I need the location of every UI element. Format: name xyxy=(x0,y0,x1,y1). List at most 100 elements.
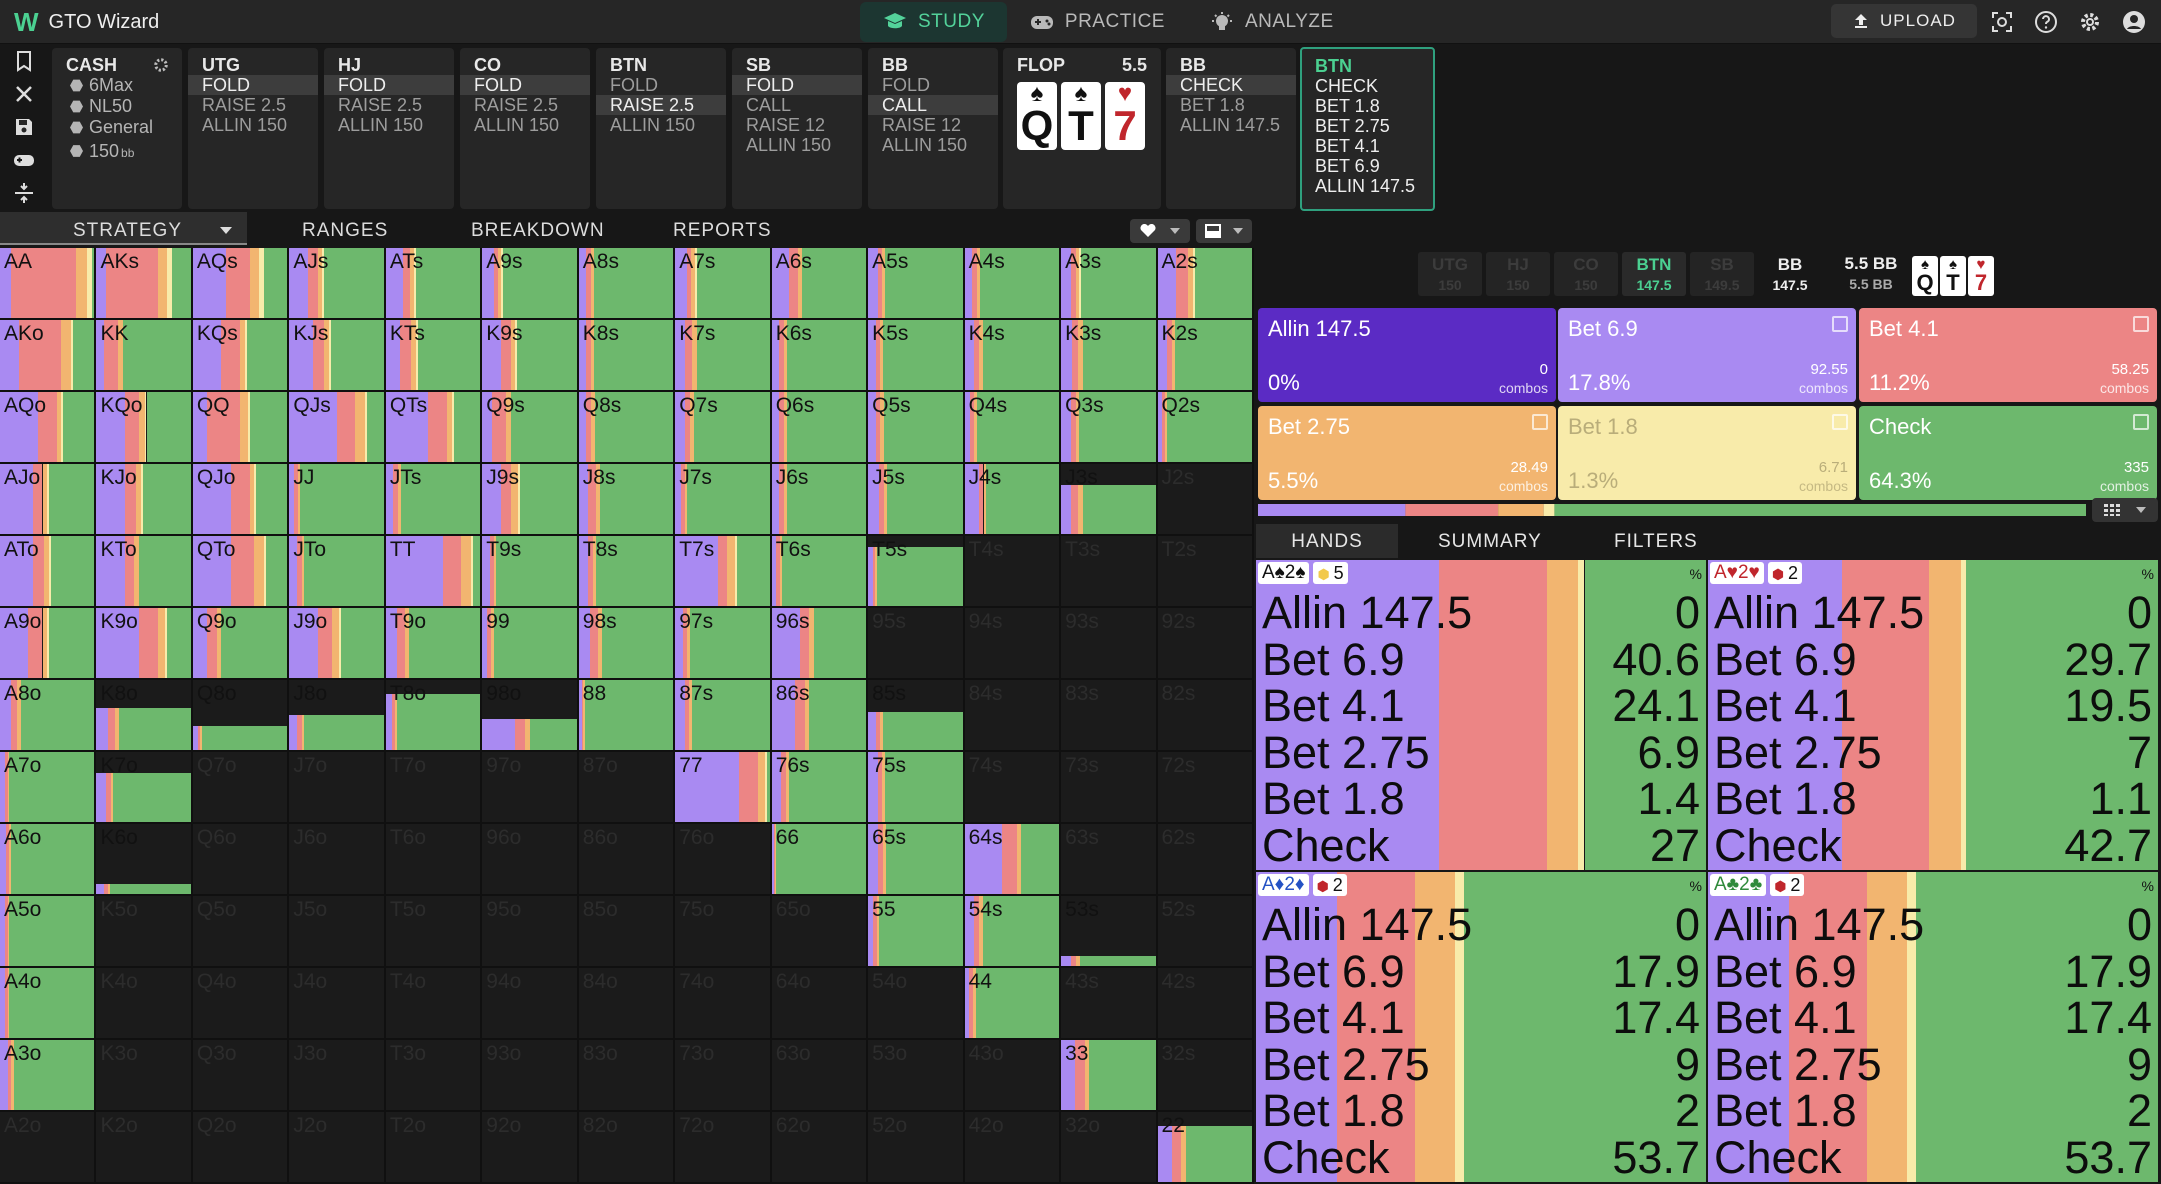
hand-cell[interactable]: 52s xyxy=(1157,896,1254,968)
btn-option[interactable]: BET 6.9 xyxy=(1302,156,1433,176)
hand-cell[interactable]: 72o xyxy=(675,1112,772,1184)
hand-cell[interactable]: 62o xyxy=(771,1112,869,1184)
hand-cell[interactable]: 62s xyxy=(1157,824,1254,896)
hand-cell[interactable]: 85o xyxy=(578,896,676,968)
panel-co[interactable]: CO FOLD RAISE 2.5 ALLIN 150 xyxy=(460,48,590,209)
hand-cell[interactable]: T6s xyxy=(771,536,869,608)
panel-option[interactable]: FOLD xyxy=(460,75,590,95)
hand-cell[interactable]: 88 xyxy=(578,680,676,752)
nav-study[interactable]: STUDY xyxy=(860,2,1007,42)
brand[interactable]: W GTO Wizard xyxy=(14,9,159,35)
hand-cell[interactable]: 32o xyxy=(1061,1112,1158,1184)
hand-cell[interactable]: J9o xyxy=(289,608,386,680)
hand-cell[interactable]: 63s xyxy=(1061,824,1158,896)
hand-cell[interactable]: A9s xyxy=(482,248,579,320)
hand-cell[interactable]: 84s xyxy=(964,680,1062,752)
bb-check-option[interactable]: CHECK xyxy=(1166,75,1296,95)
hand-cell[interactable]: 42s xyxy=(1157,968,1254,1040)
bookmark-button[interactable] xyxy=(0,44,48,77)
hand-cell[interactable]: KJs xyxy=(289,320,386,392)
hand-cell[interactable]: 32s xyxy=(1157,1040,1254,1112)
hand-cell[interactable]: Q3o xyxy=(192,1040,290,1112)
hand-cell[interactable]: KQo xyxy=(96,392,193,464)
subtab-summary[interactable]: SUMMARY xyxy=(1438,524,1542,560)
panel-option[interactable]: FOLD xyxy=(324,75,454,95)
hand-cell[interactable]: T3o xyxy=(385,1040,483,1112)
hand-cell[interactable]: 94s xyxy=(964,608,1062,680)
hand-cell[interactable]: 52o xyxy=(868,1112,965,1184)
hand-cell[interactable]: 93s xyxy=(1061,608,1158,680)
action-box-bet-4-1[interactable]: Bet 4.1 11.2% 58.25 combos xyxy=(1859,308,2157,402)
hand-cell[interactable]: A7o xyxy=(0,752,97,824)
hand-cell[interactable]: 74s xyxy=(964,752,1062,824)
hand-cell[interactable]: 92s xyxy=(1157,608,1254,680)
note-icon[interactable] xyxy=(2133,414,2149,430)
hand-cell[interactable]: Q5o xyxy=(192,896,290,968)
hand-cell[interactable]: K3o xyxy=(96,1040,193,1112)
hand-cell[interactable]: T3s xyxy=(1061,536,1158,608)
hand-cell[interactable]: 95o xyxy=(482,896,579,968)
action-box-bet-2-75[interactable]: Bet 2.75 5.5% 28.49 combos xyxy=(1258,406,1556,500)
btn-option[interactable]: ALLIN 147.5 xyxy=(1302,176,1433,196)
note-icon[interactable] xyxy=(1832,414,1848,430)
hand-cell[interactable]: Q6o xyxy=(192,824,290,896)
hand-cell[interactable]: 22 xyxy=(1157,1112,1254,1184)
hand-cell[interactable]: 75s xyxy=(868,752,965,824)
btn-option[interactable]: CHECK xyxy=(1302,76,1433,96)
panel-option[interactable]: ALLIN 150 xyxy=(188,115,318,135)
tab-ranges[interactable]: RANGES xyxy=(302,212,388,245)
hand-cell[interactable]: 93o xyxy=(482,1040,579,1112)
action-box-bet-1-8[interactable]: Bet 1.8 1.3% 6.71 combos xyxy=(1558,406,1856,500)
account-icon[interactable] xyxy=(2122,10,2146,34)
hand-cell[interactable]: 85s xyxy=(868,680,965,752)
panel-option[interactable]: FOLD xyxy=(868,75,998,95)
panel-option[interactable]: ALLIN 150 xyxy=(460,115,590,135)
settings-gear-icon[interactable] xyxy=(2078,10,2102,34)
btn-option[interactable]: BET 4.1 xyxy=(1302,136,1433,156)
hand-cell[interactable]: 63o xyxy=(771,1040,869,1112)
panel-option[interactable]: RAISE 2.5 xyxy=(324,95,454,115)
hand-cell[interactable]: 42o xyxy=(964,1112,1062,1184)
hand-cell[interactable]: Q9o xyxy=(192,608,290,680)
hand-cell[interactable]: AKs xyxy=(96,248,193,320)
hand-cell[interactable]: J5o xyxy=(289,896,386,968)
hand-cell[interactable]: 74o xyxy=(675,968,772,1040)
hand-cell[interactable]: Q4o xyxy=(192,968,290,1040)
hand-cell[interactable]: K3s xyxy=(1061,320,1158,392)
hand-cell[interactable]: T5o xyxy=(385,896,483,968)
hand-cell[interactable]: Q2s xyxy=(1157,392,1254,464)
hand-cell[interactable]: J8s xyxy=(578,464,676,536)
hand-cell[interactable]: 43o xyxy=(964,1040,1062,1112)
hand-cell[interactable]: 92o xyxy=(482,1112,579,1184)
hand-cell[interactable]: A6s xyxy=(771,248,869,320)
hand-cell[interactable]: 98s xyxy=(578,608,676,680)
note-icon[interactable] xyxy=(1832,316,1848,332)
hand-cell[interactable]: A2o xyxy=(0,1112,97,1184)
seat-co[interactable]: CO 150 xyxy=(1554,252,1618,296)
hand-cell[interactable]: 94o xyxy=(482,968,579,1040)
hand-cell[interactable]: J3s xyxy=(1061,464,1158,536)
hand-cell[interactable]: 55 xyxy=(868,896,965,968)
hand-cell[interactable]: K4o xyxy=(96,968,193,1040)
hand-cell[interactable]: T7s xyxy=(675,536,772,608)
upload-button[interactable]: UPLOAD xyxy=(1831,4,1977,38)
view-options-button[interactable] xyxy=(2092,498,2158,522)
note-icon[interactable] xyxy=(1532,414,1548,430)
hand-cell[interactable]: T9s xyxy=(482,536,579,608)
hand-cell[interactable]: 72s xyxy=(1157,752,1254,824)
hand-cell[interactable]: 76s xyxy=(771,752,869,824)
hand-combo-card[interactable]: A♠2♠ ⬢ 5% Allin 147.5 0 Bet 6.9 40.6 Bet 4.1 24… xyxy=(1256,560,1706,870)
hand-cell[interactable]: J9s xyxy=(482,464,579,536)
note-icon[interactable] xyxy=(2133,316,2149,332)
hand-combo-card[interactable]: A♣2♣ ⬢ 2% Allin 147.5 0 Bet 6.9 17.9 Bet 4.1 17… xyxy=(1708,872,2158,1182)
hand-cell[interactable]: 65o xyxy=(771,896,869,968)
hand-cell[interactable]: 86o xyxy=(578,824,676,896)
panel-option[interactable]: RAISE 2.5 xyxy=(460,95,590,115)
hand-cell[interactable]: Q8s xyxy=(578,392,676,464)
hand-cell[interactable]: J4o xyxy=(289,968,386,1040)
hand-cell[interactable]: 53o xyxy=(868,1040,965,1112)
panel-option[interactable]: RAISE 12 xyxy=(868,115,998,135)
hand-cell[interactable]: JTs xyxy=(385,464,483,536)
hand-cell[interactable]: 43s xyxy=(1061,968,1158,1040)
hand-cell[interactable]: J7s xyxy=(675,464,772,536)
